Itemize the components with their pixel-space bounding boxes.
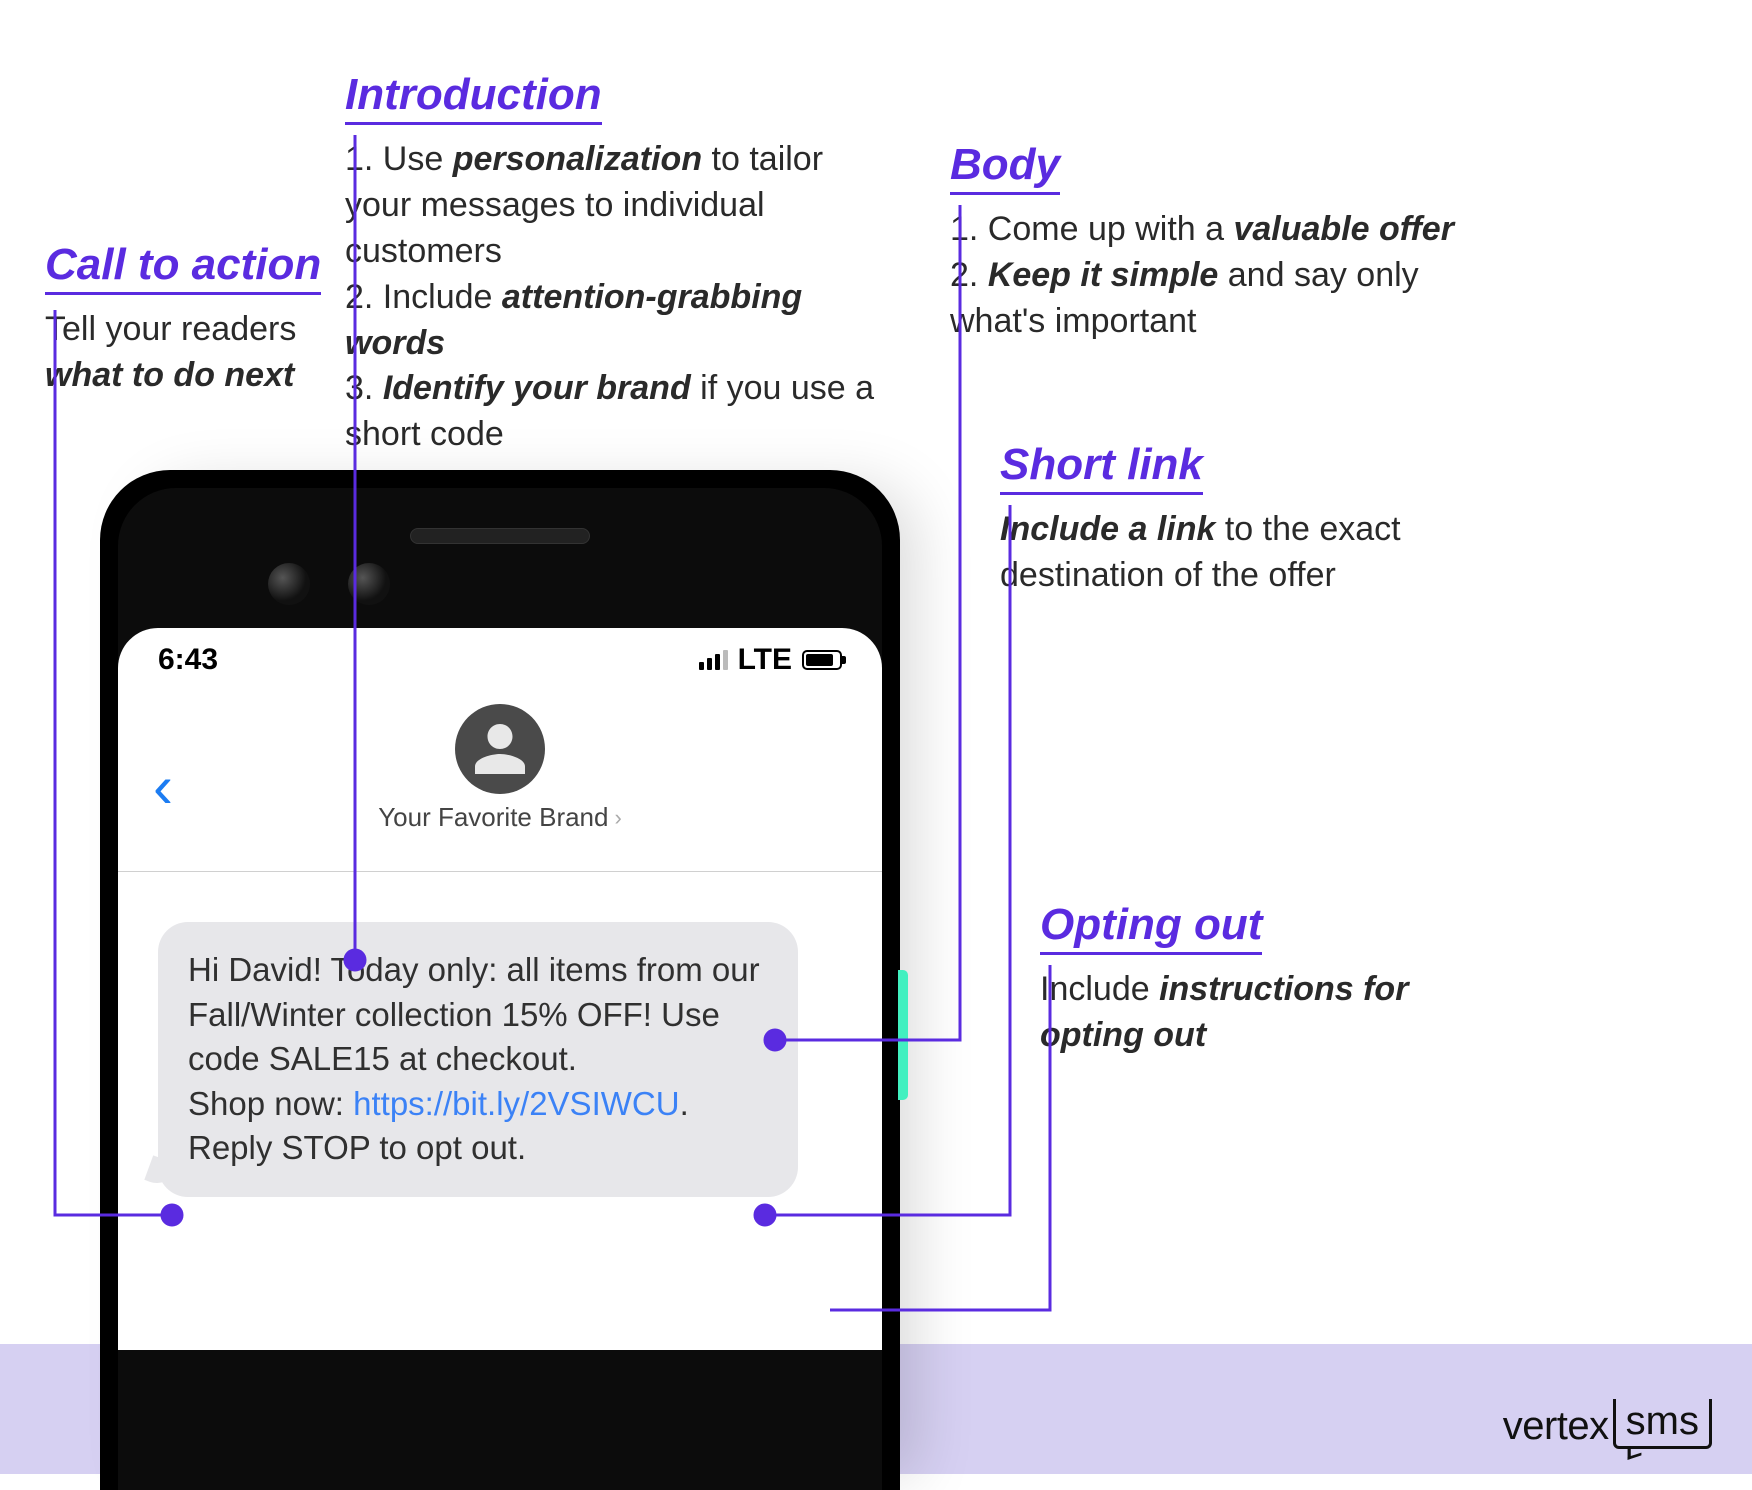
sender-name[interactable]: Your Favorite Brand › [378, 802, 622, 833]
text-bold: Include a link [1000, 510, 1215, 548]
message-header: ‹ Your Favorite Brand › [118, 692, 882, 872]
avatar[interactable] [455, 704, 545, 794]
phone-camera-icon [348, 563, 390, 605]
text: Include [1040, 970, 1159, 1008]
sms-message-bubble: Hi David! Today only: all items from our… [158, 922, 798, 1197]
callout-body: Body 1. Come up with a valuable offer 2.… [950, 140, 1460, 345]
text-bold: valuable offer [1233, 210, 1453, 248]
status-right: LTE [699, 643, 842, 677]
signal-icon [699, 650, 728, 670]
phone-screen: 6:43 LTE ‹ Your Favorite Brand › Hi Dav [118, 628, 882, 1350]
callout-body-title: Body [950, 140, 1060, 195]
message-body: Hi David! Today only: all items from our… [188, 951, 760, 1077]
text-bold: Keep it simple [988, 256, 1219, 294]
status-time: 6:43 [158, 643, 218, 677]
message-cta-label: Shop now: [188, 1085, 353, 1122]
callout-cta: Call to action Tell your readers what to… [45, 240, 325, 399]
text: . [680, 1085, 689, 1122]
phone-bezel: 6:43 LTE ‹ Your Favorite Brand › Hi Dav [118, 488, 882, 1490]
callout-intro-title: Introduction [345, 70, 602, 125]
carrier-label: LTE [738, 643, 792, 677]
callout-opt-body: Include instructions for opting out [1040, 967, 1490, 1059]
message-optout: Reply STOP to opt out. [188, 1129, 526, 1166]
brand-logo: vertex sms [1503, 1399, 1712, 1449]
text: 3. [345, 369, 383, 407]
callout-body-body: 1. Come up with a valuable offer 2. Keep… [950, 207, 1460, 345]
phone-mockup: 6:43 LTE ‹ Your Favorite Brand › Hi Dav [100, 470, 900, 1490]
message-link[interactable]: https://bit.ly/2VSIWCU [353, 1085, 679, 1122]
callout-short-link: Short link Include a link to the exact d… [1000, 440, 1430, 599]
text: 1. Use [345, 140, 453, 178]
chevron-right-icon: › [614, 805, 621, 831]
callout-cta-title: Call to action [45, 240, 321, 295]
text-bold: personalization [453, 140, 702, 178]
battery-icon [802, 650, 842, 670]
callout-link-body: Include a link to the exact destination … [1000, 507, 1430, 599]
text-bold: Identify your brand [383, 369, 691, 407]
phone-camera-icon [268, 563, 310, 605]
brand-logo-left: vertex [1503, 1404, 1609, 1449]
sender-label: Your Favorite Brand [378, 802, 608, 833]
callout-opt-title: Opting out [1040, 900, 1262, 955]
callout-link-title: Short link [1000, 440, 1203, 495]
back-chevron-icon[interactable]: ‹ [153, 752, 173, 821]
brand-logo-right: sms [1613, 1399, 1712, 1449]
callout-opting-out: Opting out Include instructions for opti… [1040, 900, 1490, 1059]
text-bold: what to do next [45, 356, 294, 394]
text: 1. Come up with a [950, 210, 1233, 248]
phone-speaker [410, 528, 590, 544]
status-bar: 6:43 LTE [118, 628, 882, 692]
person-icon [470, 719, 530, 779]
text: Tell your readers [45, 310, 296, 348]
phone-side-button [898, 970, 908, 1100]
callout-introduction: Introduction 1. Use personalization to t… [345, 70, 885, 458]
text: 2. [950, 256, 988, 294]
text: 2. Include [345, 278, 502, 316]
callout-intro-body: 1. Use personalization to tailor your me… [345, 137, 885, 458]
callout-cta-body: Tell your readers what to do next [45, 307, 325, 399]
